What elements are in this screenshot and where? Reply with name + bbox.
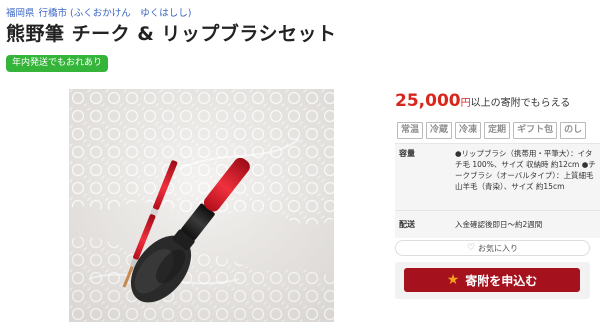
breadcrumb-city-reading[interactable]: (ふくおかけん ゆくはしし): [70, 8, 191, 19]
capacity-label: 容量: [399, 149, 415, 158]
delivery-tags: 常温 冷蔵 冷凍 定期 ギフト包 のし: [397, 122, 587, 139]
price-suffix: 以上の寄附でもらえる: [470, 98, 571, 109]
favorite-label: お気に入り: [478, 243, 519, 253]
tag-frozen: 冷凍: [455, 122, 482, 139]
donate-button[interactable]: ★ 寄附を申込む: [404, 268, 580, 292]
tag-gift-wrap: ギフト包: [513, 122, 558, 139]
tag-subscription: 定期: [484, 122, 511, 139]
favorite-button[interactable]: ♡ お気に入り: [395, 240, 590, 256]
tag-refrigerated: 冷蔵: [426, 122, 453, 139]
breadcrumb-prefecture-link[interactable]: 福岡県: [6, 8, 35, 19]
breadcrumb: 福岡県 行橋市 (ふくおかけん ゆくはしし): [6, 5, 191, 19]
breadcrumb-city-link[interactable]: 行橋市: [39, 8, 68, 19]
delivery-value: 入金確認後即日～約2週間: [451, 211, 600, 238]
price-unit: 円: [460, 98, 471, 109]
page-title: 熊野筆 チーク & リップブラシセット: [6, 23, 337, 45]
capacity-value: ●リップブラシ（携帯用・平筆大）：イタチ毛 100%、サイズ 収納時 約12cm…: [451, 144, 600, 210]
price-block: 25,000円以上の寄附でもらえる: [395, 91, 570, 111]
price-amount: 25,000: [395, 91, 461, 111]
product-info-table: 容量 ●リップブラシ（携帯用・平筆大）：イタチ毛 100%、サイズ 収納時 約1…: [395, 143, 600, 238]
donate-area: ★ 寄附を申込む: [395, 262, 590, 299]
product-photo-illustration: [69, 89, 334, 322]
info-row-capacity: 容量 ●リップブラシ（携帯用・平筆大）：イタチ毛 100%、サイズ 収納時 約1…: [395, 143, 600, 210]
tag-room-temp: 常温: [397, 122, 424, 139]
shipping-badge: 年内発送でもおれあり: [6, 55, 109, 72]
heart-icon: ♡: [466, 243, 476, 253]
info-row-delivery: 配送 入金確認後即日～約2週間: [395, 210, 600, 238]
star-icon: ★: [446, 272, 460, 288]
donate-label: 寄附を申込む: [465, 273, 538, 288]
tag-noshi: のし: [560, 122, 587, 139]
delivery-label: 配送: [399, 220, 415, 229]
product-image[interactable]: [69, 89, 334, 322]
